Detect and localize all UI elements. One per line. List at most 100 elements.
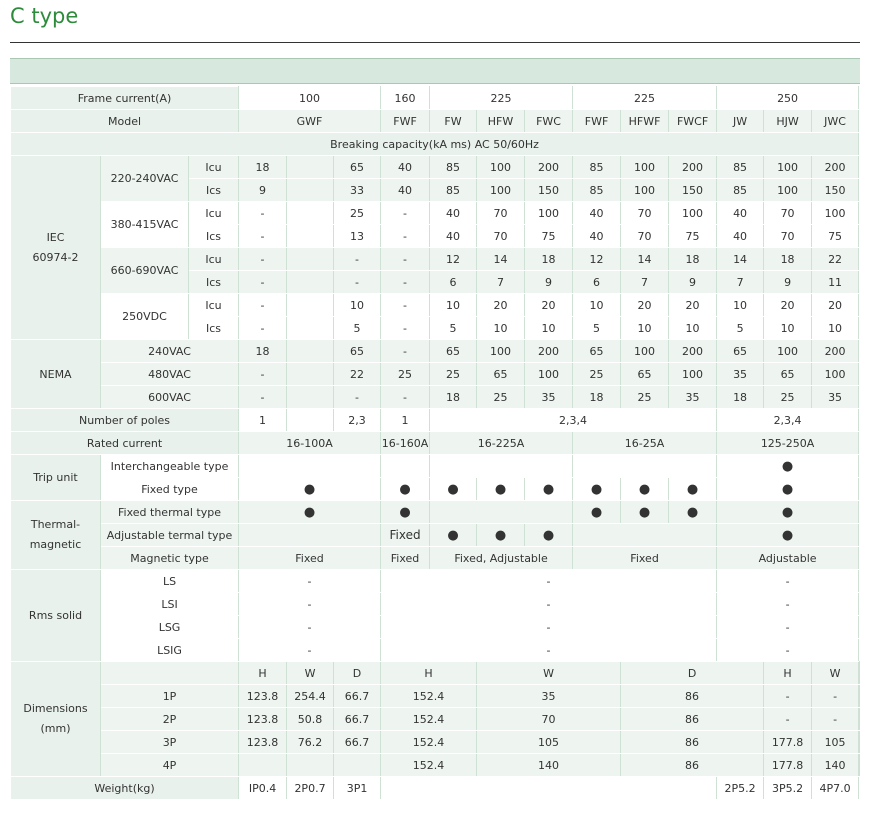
- cell: 100: [668, 362, 718, 386]
- rms-row: LSI - - -: [11, 592, 860, 616]
- rms-label: Rms solid: [10, 569, 101, 662]
- cell: 3P1: [333, 776, 382, 800]
- row-key: 1P: [99, 684, 240, 708]
- rms-item: LSG: [99, 615, 240, 639]
- bullet-mark: ●: [572, 477, 622, 501]
- cell: 35: [476, 684, 622, 708]
- cell: 103: [858, 730, 860, 754]
- rms-row: LSG - - -: [11, 615, 860, 639]
- cell: 225: [572, 86, 718, 110]
- bullet-mark: ●: [668, 500, 718, 524]
- cell: JW: [716, 109, 765, 133]
- cell: 18: [572, 385, 622, 409]
- cell: 200: [811, 339, 860, 363]
- cell: 103: [858, 753, 860, 777]
- voltage-label: 660-690VAC: [100, 247, 189, 294]
- cell: 86: [620, 730, 765, 754]
- cell: [238, 523, 382, 547]
- cell: -: [380, 201, 431, 225]
- cell: 18: [763, 247, 813, 271]
- cell: Fixed: [380, 546, 431, 570]
- cell: -: [380, 270, 431, 294]
- cell: 3P5.2: [763, 776, 813, 800]
- cell: 20: [476, 293, 526, 317]
- cell: 70: [476, 707, 622, 731]
- spec-table: Frame current(A) 100 160 225 225 250 Mod…: [9, 86, 860, 800]
- interchangeable-label: Interchangeable type: [99, 454, 240, 478]
- bullet-mark: ●: [716, 523, 860, 547]
- voltage-label: 240VAC: [99, 339, 240, 363]
- cell: -: [238, 569, 382, 593]
- cell: 225: [429, 86, 574, 110]
- frame-current-label: Frame current(A): [9, 86, 240, 110]
- nema-label: NEMA: [10, 339, 101, 409]
- cell: [286, 155, 335, 179]
- cell: 1: [238, 408, 288, 432]
- cell: 123.8: [238, 707, 288, 731]
- fixed-thermal-label: Fixed thermal type: [99, 500, 240, 524]
- cell: 85: [716, 155, 765, 179]
- cell: 4P7.0: [811, 776, 860, 800]
- cell: 70: [620, 201, 670, 225]
- cell: FWF: [572, 109, 622, 133]
- cell: -: [238, 615, 382, 639]
- cell: 10: [668, 316, 718, 340]
- cell: 75: [811, 224, 860, 248]
- breaking-row: Breaking capacity(kA ms) AC 50/60Hz: [9, 132, 860, 156]
- cell: 86: [620, 707, 765, 731]
- cell: 10: [572, 293, 622, 317]
- rms-item: LSIG: [99, 638, 240, 662]
- cell: 35: [668, 385, 718, 409]
- row-key: Ics: [187, 270, 240, 294]
- cell: 9: [524, 270, 574, 294]
- cell: 100: [668, 201, 718, 225]
- bullet-mark: ●: [716, 477, 860, 501]
- cell: 177.8: [763, 753, 813, 777]
- dim-header: W: [286, 661, 335, 685]
- row-key: 3P: [99, 730, 240, 754]
- cell: FW: [429, 109, 478, 133]
- cell: [286, 339, 335, 363]
- cell: -: [380, 638, 718, 662]
- cell: 125-250A: [716, 431, 860, 455]
- cell: IP0.4: [238, 776, 288, 800]
- bullet-mark: ●: [620, 500, 670, 524]
- cell: 75: [668, 224, 718, 248]
- cell: [286, 408, 335, 432]
- iec-row: 250VDC Icu - 10 - 10 20 20 10 20 20 10 2…: [11, 293, 860, 340]
- cell: [429, 454, 574, 478]
- cell: 70: [620, 224, 670, 248]
- cell: [286, 224, 335, 248]
- trip-row: Trip unit Interchangeable type ●: [10, 454, 860, 501]
- bullet-mark: ●: [429, 523, 478, 547]
- thermal-row: Thermal-magnetic Fixed thermal type ● ● …: [10, 500, 860, 570]
- cell: -: [333, 270, 382, 294]
- cell: -: [380, 569, 718, 593]
- row-key: Ics: [187, 178, 240, 202]
- cell: 100: [763, 178, 813, 202]
- cell: 40: [380, 155, 431, 179]
- cell: 140: [811, 753, 860, 777]
- bullet-mark: ●: [572, 500, 622, 524]
- cell: FWC: [524, 109, 574, 133]
- cell: 140: [476, 753, 622, 777]
- cell: Fixed: [238, 546, 382, 570]
- cell: Fixed: [380, 523, 431, 547]
- iec-row: IEC 60974-2 220-240VAC Icu 18 65 40 85 10…: [10, 155, 860, 340]
- bullet-mark: ●: [238, 500, 382, 524]
- cell: [286, 385, 335, 409]
- cell: 18: [668, 247, 718, 271]
- cell: 70: [763, 224, 813, 248]
- cell: -: [380, 224, 431, 248]
- cell: 65: [476, 362, 526, 386]
- cell: 200: [524, 155, 574, 179]
- cell: 25: [476, 385, 526, 409]
- cell: [429, 500, 574, 524]
- cell: 100: [763, 339, 813, 363]
- cell: 152.4: [380, 684, 478, 708]
- rms-item: LS: [99, 569, 240, 593]
- cell: 7: [716, 270, 765, 294]
- cell: 40: [716, 201, 765, 225]
- weight-label: Weight(kg): [9, 776, 240, 800]
- cell: 152.4: [380, 707, 478, 731]
